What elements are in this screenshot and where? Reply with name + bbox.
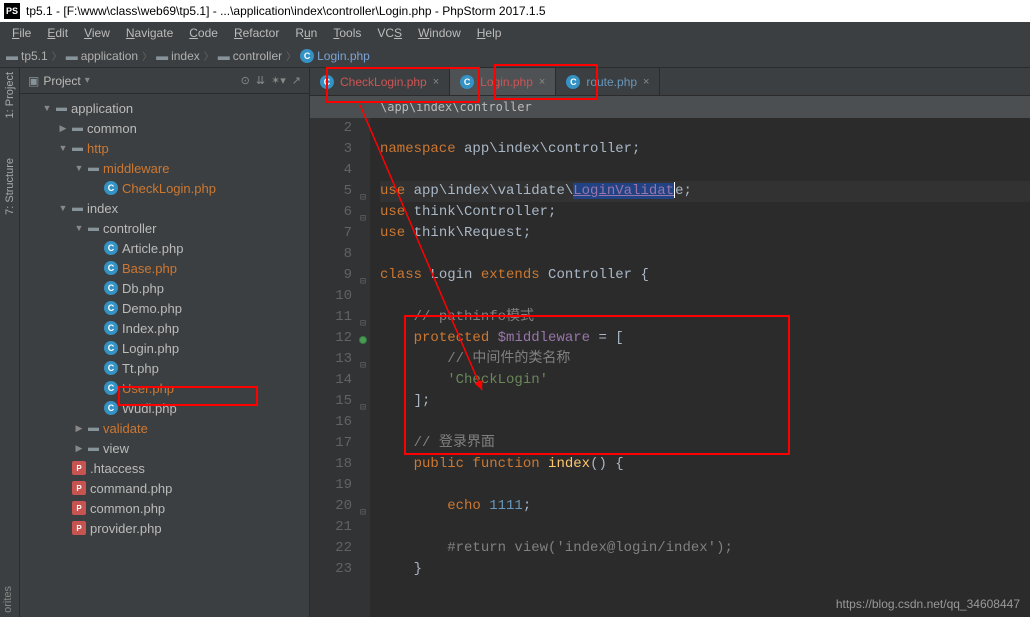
close-tab-icon[interactable]: × bbox=[539, 76, 545, 88]
tool-window-stripe-left: 1: Project 7: Structure bbox=[0, 68, 20, 617]
menu-navigate[interactable]: Navigate bbox=[120, 24, 179, 42]
line-number[interactable]: 6 bbox=[310, 202, 352, 223]
line-number[interactable]: 7 bbox=[310, 223, 352, 244]
tree-item[interactable]: CDb.php bbox=[20, 278, 309, 298]
project-panel: ▣ Project ▾ ⊙ ⇊ ✶▾ ↗ ▼▬application▶▬comm… bbox=[20, 68, 310, 617]
line-number[interactable]: 8 bbox=[310, 244, 352, 265]
line-number[interactable]: 10 bbox=[310, 286, 352, 307]
menu-refactor[interactable]: Refactor bbox=[228, 24, 285, 42]
line-number[interactable]: 11 bbox=[310, 307, 352, 328]
close-tab-icon[interactable]: × bbox=[643, 76, 649, 88]
line-number[interactable]: 19 bbox=[310, 475, 352, 496]
tree-item[interactable]: Pcommand.php bbox=[20, 478, 309, 498]
breadcrumb-item[interactable]: ▬index bbox=[156, 49, 200, 63]
tree-item[interactable]: ▶▬common bbox=[20, 118, 309, 138]
tree-item[interactable]: CIndex.php bbox=[20, 318, 309, 338]
tree-item[interactable]: CDemo.php bbox=[20, 298, 309, 318]
code-content[interactable]: namespace app\index\controller;use app\i… bbox=[370, 118, 1030, 617]
collapse-all-icon[interactable]: ⇊ bbox=[256, 74, 265, 87]
scroll-from-source-icon[interactable]: ⊙ bbox=[241, 74, 250, 87]
menu-file[interactable]: File bbox=[6, 24, 37, 42]
breadcrumb-item[interactable]: ▬tp5.1 bbox=[6, 49, 48, 63]
line-number[interactable]: 18 bbox=[310, 454, 352, 475]
panel-title[interactable]: ▣ Project ▾ bbox=[28, 74, 235, 88]
tree-item[interactable]: Pcommon.php bbox=[20, 498, 309, 518]
tree-item[interactable]: ▼▬index bbox=[20, 198, 309, 218]
nav-breadcrumb: ▬tp5.1〉▬application〉▬index〉▬controller〉C… bbox=[0, 44, 1030, 68]
tree-item[interactable]: ▶▬view bbox=[20, 438, 309, 458]
tree-item[interactable]: P.htaccess bbox=[20, 458, 309, 478]
line-number[interactable]: 14 bbox=[310, 370, 352, 391]
tree-item[interactable]: CArticle.php bbox=[20, 238, 309, 258]
menubar: File Edit View Navigate Code Refactor Ru… bbox=[0, 22, 1030, 44]
breadcrumb-item[interactable]: ▬controller bbox=[218, 49, 282, 63]
menu-help[interactable]: Help bbox=[471, 24, 508, 42]
project-tree[interactable]: ▼▬application▶▬common▼▬http▼▬middlewareC… bbox=[20, 94, 309, 542]
tree-item[interactable]: ▶▬validate bbox=[20, 418, 309, 438]
window-titlebar: PS tp5.1 - [F:\www\class\web69\tp5.1] - … bbox=[0, 0, 1030, 22]
editor-breadcrumb: \app\index\controller bbox=[310, 96, 1030, 118]
structure-tool-tab[interactable]: 7: Structure bbox=[4, 158, 16, 215]
tree-item[interactable]: CLogin.php bbox=[20, 338, 309, 358]
menu-window[interactable]: Window bbox=[412, 24, 467, 42]
editor: CCheckLogin.php×CLogin.php×Croute.php× \… bbox=[310, 68, 1030, 617]
editor-tab[interactable]: CCheckLogin.php× bbox=[310, 68, 450, 95]
menu-tools[interactable]: Tools bbox=[327, 24, 367, 42]
tree-item[interactable]: CTt.php bbox=[20, 358, 309, 378]
favorites-tool-tab[interactable]: orites bbox=[0, 582, 16, 617]
line-number[interactable]: 15 bbox=[310, 391, 352, 412]
project-tool-tab[interactable]: 1: Project bbox=[4, 72, 16, 118]
editor-tab[interactable]: CLogin.php× bbox=[450, 68, 556, 95]
line-number[interactable]: 13 bbox=[310, 349, 352, 370]
line-number[interactable]: 23 bbox=[310, 559, 352, 580]
line-number[interactable]: 22 bbox=[310, 538, 352, 559]
menu-run[interactable]: Run bbox=[289, 24, 323, 42]
line-number[interactable]: 2 bbox=[310, 118, 352, 139]
editor-tabs: CCheckLogin.php×CLogin.php×Croute.php× bbox=[310, 68, 1030, 96]
breadcrumb-item[interactable]: ▬application bbox=[66, 49, 138, 63]
window-title: tp5.1 - [F:\www\class\web69\tp5.1] - ...… bbox=[26, 4, 546, 18]
tree-item[interactable]: CWudi.php bbox=[20, 398, 309, 418]
line-number[interactable]: 3 bbox=[310, 139, 352, 160]
editor-tab[interactable]: Croute.php× bbox=[556, 68, 660, 95]
line-number[interactable]: 5 bbox=[310, 181, 352, 202]
breadcrumb-item[interactable]: CLogin.php bbox=[300, 49, 370, 63]
line-number[interactable]: 21 bbox=[310, 517, 352, 538]
tree-item[interactable]: ▼▬middleware bbox=[20, 158, 309, 178]
hide-icon[interactable]: ↗ bbox=[292, 74, 301, 87]
line-number[interactable]: 17 bbox=[310, 433, 352, 454]
menu-edit[interactable]: Edit bbox=[41, 24, 74, 42]
tree-item[interactable]: ▼▬application bbox=[20, 98, 309, 118]
tree-item[interactable]: Pprovider.php bbox=[20, 518, 309, 538]
menu-vcs[interactable]: VCS bbox=[371, 24, 408, 42]
line-number[interactable]: 12 bbox=[310, 328, 352, 349]
line-number[interactable]: 16 bbox=[310, 412, 352, 433]
tree-item[interactable]: ▼▬controller bbox=[20, 218, 309, 238]
line-number-gutter[interactable]: 234567891011121314151617181920212223⊟⊟⊟⊟… bbox=[310, 118, 370, 617]
menu-code[interactable]: Code bbox=[183, 24, 224, 42]
tree-item[interactable]: CCheckLogin.php bbox=[20, 178, 309, 198]
watermark: https://blog.csdn.net/qq_34608447 bbox=[836, 597, 1020, 611]
menu-view[interactable]: View bbox=[78, 24, 116, 42]
settings-icon[interactable]: ✶▾ bbox=[271, 74, 286, 87]
line-number[interactable]: 4 bbox=[310, 160, 352, 181]
app-icon: PS bbox=[4, 3, 20, 19]
tree-item[interactable]: CBase.php bbox=[20, 258, 309, 278]
line-number[interactable]: 20 bbox=[310, 496, 352, 517]
tree-item[interactable]: CUser.php bbox=[20, 378, 309, 398]
tree-item[interactable]: ▼▬http bbox=[20, 138, 309, 158]
close-tab-icon[interactable]: × bbox=[433, 76, 439, 88]
line-number[interactable]: 9 bbox=[310, 265, 352, 286]
